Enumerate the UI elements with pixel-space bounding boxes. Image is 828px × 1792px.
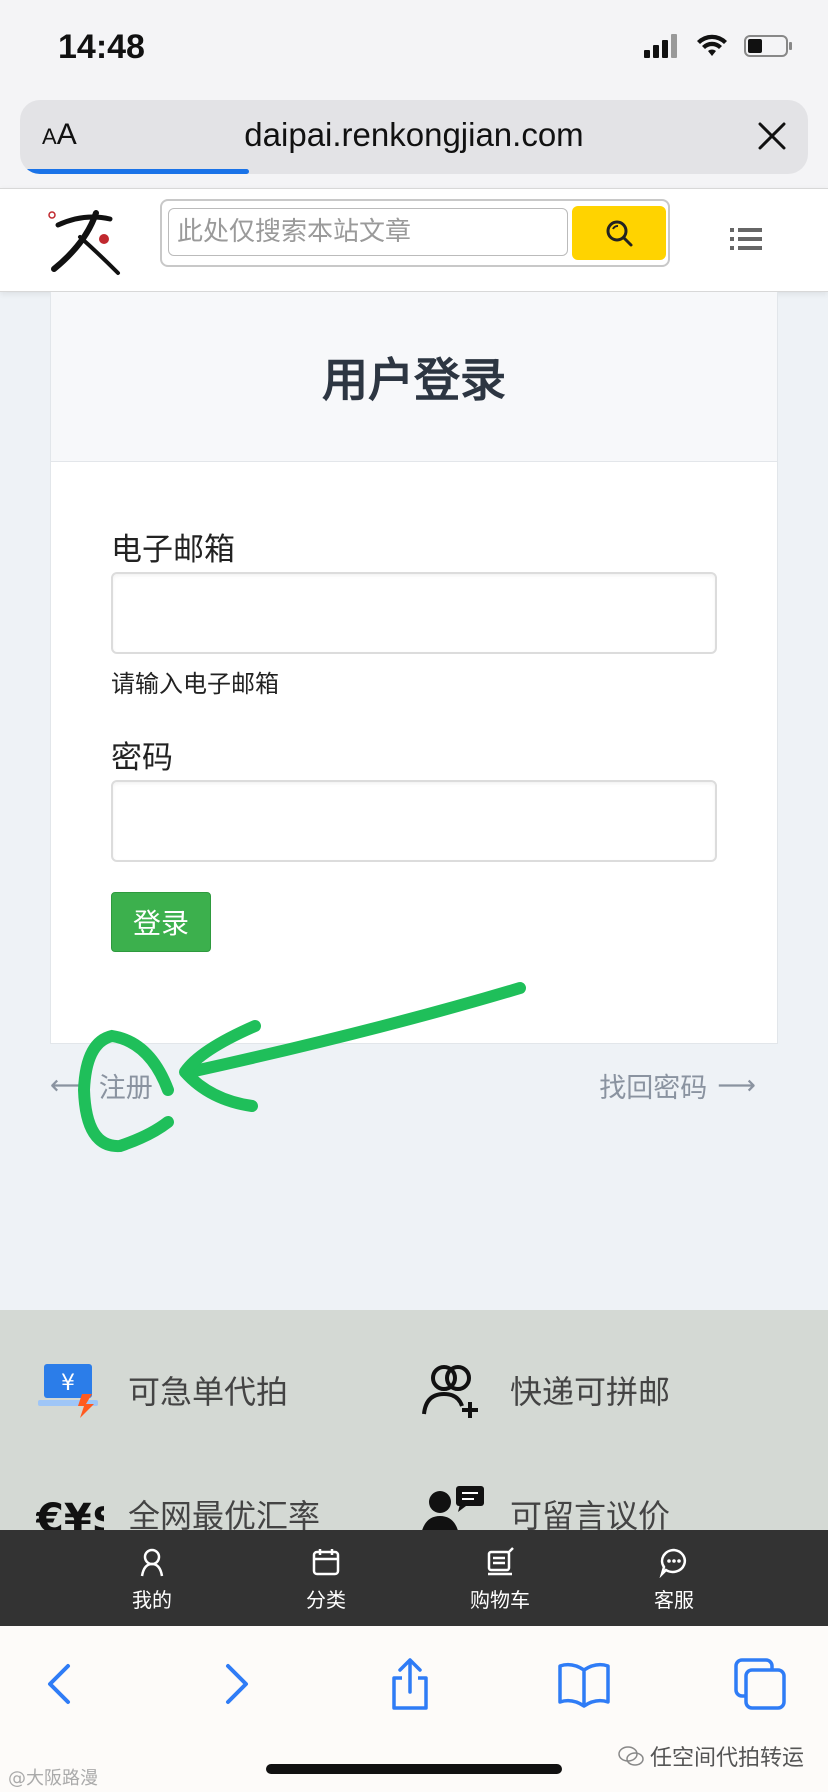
search-icon	[606, 220, 633, 247]
category-icon	[312, 1549, 340, 1576]
feature-item: ¥ 可急单代拍	[36, 1358, 288, 1422]
tab-service[interactable]: 客服	[614, 1546, 734, 1613]
forward-icon[interactable]	[206, 1656, 262, 1712]
tab-label: 客服	[654, 1588, 694, 1612]
register-link[interactable]: ⟵ 注册	[50, 1066, 153, 1105]
login-card: 用户登录 电子邮箱 请输入电子邮箱 密码 登录	[50, 292, 778, 1044]
forgot-password-link[interactable]: 找回密码 ⟶	[599, 1066, 756, 1105]
search-box	[160, 199, 670, 267]
feature-item: €¥$ 全网最优汇率	[36, 1482, 320, 1530]
menu-list-icon[interactable]	[730, 225, 762, 253]
url-text[interactable]: daipai.renkongjian.com	[20, 116, 808, 154]
svg-text:¥: ¥	[61, 1371, 75, 1396]
users-plus-icon	[422, 1365, 478, 1418]
watermark-right-text: 任空间代拍转运	[649, 1746, 804, 1771]
tab-label: 我的	[132, 1588, 172, 1612]
email-help-text: 请输入电子邮箱	[111, 670, 279, 698]
feature-label: 可留言议价	[510, 1497, 671, 1530]
home-indicator	[266, 1764, 562, 1774]
user-message-icon	[422, 1486, 484, 1530]
login-card-header: 用户登录	[51, 292, 777, 462]
status-bar: 14:48	[0, 0, 828, 92]
tab-label: 购物车	[470, 1588, 530, 1612]
forgot-password-label: 找回密码	[599, 1073, 708, 1104]
back-icon[interactable]	[34, 1656, 90, 1712]
browser-address-area: AA daipai.renkongjian.com	[0, 92, 828, 188]
login-button[interactable]: 登录	[111, 892, 211, 952]
address-bar[interactable]: AA daipai.renkongjian.com	[20, 100, 808, 174]
arrow-right-icon: ⟶	[717, 1070, 756, 1101]
cart-icon	[487, 1547, 514, 1576]
password-field[interactable]	[111, 780, 717, 862]
page-title: 用户登录	[322, 353, 506, 407]
features-band: ¥ 可急单代拍 快递可拼邮 €¥$ 全网最优汇率	[0, 1310, 828, 1530]
watermark-right: 任空间代拍转运	[618, 1740, 804, 1772]
signal-icon	[644, 34, 677, 58]
watermark-left: @大阪路漫	[8, 1768, 98, 1789]
tab-my[interactable]: 我的	[92, 1546, 212, 1613]
page-load-progress	[20, 169, 249, 174]
password-label: 密码	[111, 740, 173, 776]
wechat-icon	[618, 1746, 644, 1766]
site-logo[interactable]	[44, 203, 126, 279]
status-icons	[644, 34, 794, 58]
arrow-left-icon: ⟵	[50, 1070, 89, 1101]
tab-cart[interactable]: 购物车	[440, 1546, 560, 1613]
svg-text:€¥$: €¥$	[36, 1496, 104, 1530]
bookmarks-icon[interactable]	[556, 1656, 612, 1712]
search-button[interactable]	[572, 206, 666, 260]
feature-item: 可留言议价	[418, 1482, 670, 1530]
tab-category[interactable]: 分类	[266, 1546, 386, 1613]
share-icon[interactable]	[382, 1656, 438, 1712]
wifi-icon	[697, 34, 727, 56]
tabs-icon[interactable]	[732, 1656, 788, 1712]
status-time: 14:48	[58, 28, 145, 66]
chat-icon	[659, 1548, 686, 1578]
feature-label: 全网最优汇率	[128, 1497, 321, 1530]
app-tab-bar: 我的 分类 购物车 客服	[0, 1530, 828, 1626]
site-header	[0, 188, 828, 292]
battery-icon	[744, 35, 792, 57]
tab-label: 分类	[306, 1588, 346, 1612]
email-label: 电子邮箱	[111, 532, 235, 568]
email-field[interactable]	[111, 572, 717, 654]
close-icon[interactable]	[750, 114, 794, 158]
yen-laptop-icon: ¥	[38, 1364, 98, 1418]
user-icon	[140, 1548, 164, 1577]
feature-item: 快递可拼邮	[418, 1358, 670, 1422]
feature-label: 快递可拼邮	[510, 1373, 671, 1411]
search-input[interactable]	[168, 208, 568, 256]
register-label: 注册	[98, 1073, 153, 1104]
currency-exchange-icon: €¥$	[36, 1496, 104, 1530]
feature-label: 可急单代拍	[128, 1373, 289, 1411]
